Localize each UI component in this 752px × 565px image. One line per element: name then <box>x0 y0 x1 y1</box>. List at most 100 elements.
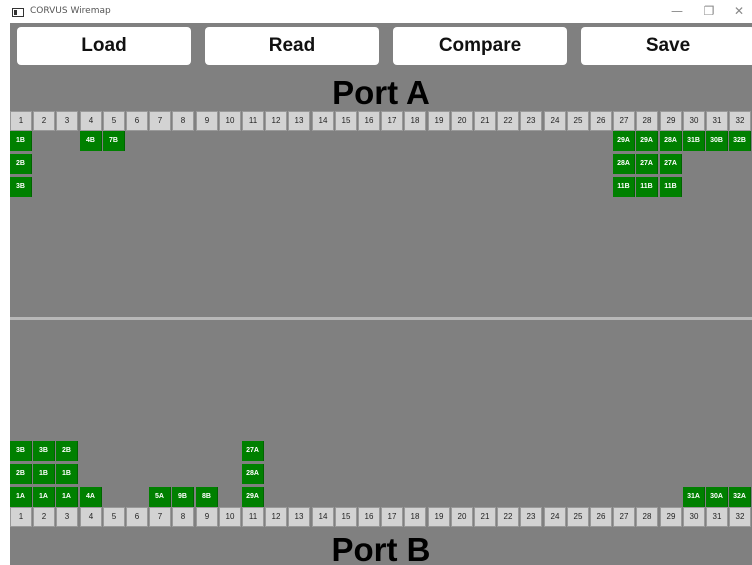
port-a-pin-header-cell: 30 <box>683 111 705 131</box>
port-a-grid: 1B 4B 7B 29A 29A 28A 31B 30B 32B 2B 28A 27A 27A 3B 11B… <box>10 131 752 201</box>
wire-cell[interactable]: 4B <box>80 131 102 151</box>
port-b-pin-header-cell: 14 <box>312 507 334 527</box>
wire-cell[interactable]: 9B <box>172 487 194 507</box>
wire-cell[interactable]: 2B <box>56 441 78 461</box>
wire-cell[interactable]: 8B <box>196 487 218 507</box>
port-a-pin-header-cell: 28 <box>636 111 658 131</box>
wire-cell[interactable]: 11B <box>636 177 658 197</box>
port-a-pin-header-cell: 21 <box>474 111 496 131</box>
wire-cell[interactable]: 29A <box>613 131 635 151</box>
port-b-pin-header-cell: 7 <box>149 507 171 527</box>
port-a-pin-header-cell: 5 <box>103 111 125 131</box>
wire-cell[interactable]: 29A <box>242 487 264 507</box>
port-a-pin-header-cell: 22 <box>497 111 519 131</box>
wire-cell[interactable]: 27A <box>242 441 264 461</box>
port-b-pin-header-cell: 26 <box>590 507 612 527</box>
port-b-pin-header-cell: 16 <box>358 507 380 527</box>
port-a-pin-header-cell: 14 <box>312 111 334 131</box>
minimize-button[interactable]: — <box>662 0 692 23</box>
port-b-pin-header-cell: 13 <box>288 507 310 527</box>
wire-cell[interactable]: 1A <box>56 487 78 507</box>
port-a-pin-header-cell: 7 <box>149 111 171 131</box>
port-a-pin-header-cell: 13 <box>288 111 310 131</box>
port-b-pin-header: 1 2 3 4 5 6 7 8 9 10 11 12 13 14 15 16 17 18 19 20 21 22 23 24 2… <box>10 507 752 527</box>
port-b-pin-header-cell: 21 <box>474 507 496 527</box>
wire-cell[interactable]: 7B <box>103 131 125 151</box>
port-a-pin-header-cell: 26 <box>590 111 612 131</box>
wire-cell[interactable]: 31B <box>683 131 705 151</box>
wire-cell[interactable]: 3B <box>10 441 32 461</box>
port-b-pin-header-cell: 3 <box>56 507 78 527</box>
port-a-pin-header-cell: 31 <box>706 111 728 131</box>
port-b-title: Port B <box>331 531 431 565</box>
port-b-pin-header-cell: 27 <box>613 507 635 527</box>
wire-cell[interactable]: 27A <box>660 154 682 174</box>
save-button[interactable]: Save <box>581 27 752 65</box>
port-b-pin-header-cell: 20 <box>451 507 473 527</box>
port-b-pin-header-cell: 11 <box>242 507 264 527</box>
port-a-pin-header-cell: 12 <box>265 111 287 131</box>
load-button[interactable]: Load <box>17 27 191 65</box>
read-button[interactable]: Read <box>205 27 379 65</box>
port-a-pin-header-cell: 25 <box>567 111 589 131</box>
port-b-pin-header-cell: 15 <box>335 507 357 527</box>
port-b-pin-header-cell: 18 <box>404 507 426 527</box>
window-title: CORVUS Wiremap <box>30 6 111 16</box>
port-b-pin-header-cell: 32 <box>729 507 751 527</box>
close-button[interactable]: ✕ <box>724 0 752 23</box>
port-b-pin-header-cell: 25 <box>567 507 589 527</box>
wire-cell[interactable]: 28A <box>613 154 635 174</box>
wire-cell[interactable]: 28A <box>242 464 264 484</box>
wire-cell[interactable]: 27A <box>636 154 658 174</box>
wire-cell[interactable]: 1B <box>10 131 32 151</box>
wire-cell[interactable]: 32A <box>729 487 751 507</box>
wire-cell[interactable]: 5A <box>149 487 171 507</box>
port-b-pin-header-cell: 8 <box>172 507 194 527</box>
port-a-pin-header-cell: 20 <box>451 111 473 131</box>
port-b-pin-header-cell: 2 <box>33 507 55 527</box>
restore-button[interactable]: ❐ <box>694 0 724 23</box>
wire-cell[interactable]: 4A <box>80 487 102 507</box>
port-a-pin-header-cell: 10 <box>219 111 241 131</box>
wire-cell[interactable]: 11B <box>613 177 635 197</box>
wire-cell[interactable]: 3B <box>33 441 55 461</box>
port-a-pin-header-cell: 19 <box>428 111 450 131</box>
wire-cell[interactable]: 2B <box>10 464 32 484</box>
wire-cell[interactable]: 1B <box>56 464 78 484</box>
wire-cell[interactable]: 28A <box>660 131 682 151</box>
wire-cell[interactable]: 1B <box>33 464 55 484</box>
port-a-pin-header-cell: 23 <box>520 111 542 131</box>
port-a-pin-header-cell: 16 <box>358 111 380 131</box>
wire-cell[interactable]: 29A <box>636 131 658 151</box>
wire-cell[interactable]: 1A <box>10 487 32 507</box>
port-b-pin-header-cell: 9 <box>196 507 218 527</box>
port-b-pin-header-cell: 30 <box>683 507 705 527</box>
wire-cell[interactable]: 2B <box>10 154 32 174</box>
port-b-pin-header-cell: 23 <box>520 507 542 527</box>
port-a-pin-header-cell: 6 <box>126 111 148 131</box>
port-b-pin-header-cell: 19 <box>428 507 450 527</box>
port-a-pin-header: 1 2 3 4 5 6 7 8 9 10 11 12 13 14 15 16 17 18 19 20 21 22 23 24 2… <box>10 111 752 131</box>
port-b-grid: 1A 1A 1A 4A 5A 9B 8B 29A 31A 30A 32A 2B 1B 1B 28A 3B 3B 2… <box>10 437 752 507</box>
port-b-pin-header-cell: 4 <box>80 507 102 527</box>
wire-cell[interactable]: 32B <box>729 131 751 151</box>
compare-button[interactable]: Compare <box>393 27 567 65</box>
port-b-pin-header-cell: 24 <box>544 507 566 527</box>
wire-cell[interactable]: 3B <box>10 177 32 197</box>
wire-cell[interactable]: 30B <box>706 131 728 151</box>
title-bar: CORVUS Wiremap — ❐ ✕ <box>0 0 752 23</box>
wire-cell[interactable]: 30A <box>706 487 728 507</box>
port-b-pin-header-cell: 29 <box>660 507 682 527</box>
port-a-pin-header-cell: 11 <box>242 111 264 131</box>
wire-cell[interactable]: 11B <box>660 177 682 197</box>
port-a-pin-header-cell: 15 <box>335 111 357 131</box>
wire-cell[interactable]: 31A <box>683 487 705 507</box>
port-b-pin-header-cell: 5 <box>103 507 125 527</box>
wire-cell[interactable]: 1A <box>33 487 55 507</box>
port-a-pin-header-cell: 8 <box>172 111 194 131</box>
wiremap-panel: Load Read Compare Save Port A 1234567891… <box>10 23 752 565</box>
port-a-pin-header-cell: 9 <box>196 111 218 131</box>
port-b-pin-header-cell: 6 <box>126 507 148 527</box>
port-b-pin-header-cell: 22 <box>497 507 519 527</box>
port-b-pin-header-cell: 31 <box>706 507 728 527</box>
